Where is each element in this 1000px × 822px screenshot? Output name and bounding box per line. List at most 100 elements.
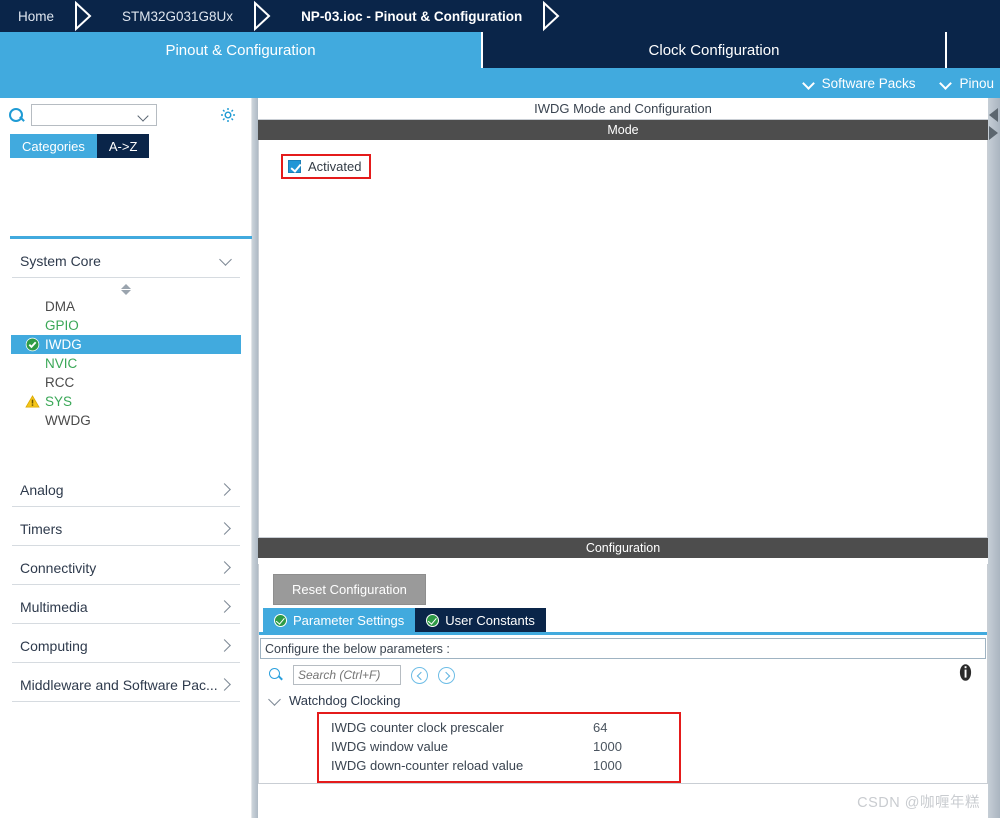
peripheral-label: NVIC xyxy=(45,356,78,371)
table-row[interactable]: IWDG counter clock prescaler 64 xyxy=(319,718,679,737)
search-value xyxy=(32,105,156,111)
tab-label: Parameter Settings xyxy=(293,612,405,628)
table-row[interactable]: IWDG down-counter reload value 1000 xyxy=(319,756,679,775)
category-group-timers[interactable]: Timers xyxy=(12,507,240,546)
sidebar-item-nvic[interactable]: NVIC xyxy=(11,354,241,373)
peripheral-label: IWDG xyxy=(45,337,82,352)
search-input[interactable] xyxy=(31,104,157,126)
group-label: Computing xyxy=(20,638,88,654)
breadcrumb: Home STM32G031G8Ux NP-03.ioc - Pinout & … xyxy=(0,0,1000,32)
activated-checkbox[interactable]: Activated xyxy=(281,154,372,179)
right-scrollbar[interactable] xyxy=(988,98,1000,822)
configure-hint: Configure the below parameters : xyxy=(260,638,986,659)
search-icon xyxy=(8,107,25,124)
table-row[interactable]: IWDG window value 1000 xyxy=(319,737,679,756)
group-label: Connectivity xyxy=(20,560,97,576)
sidebar-item-gpio[interactable]: GPIO xyxy=(11,316,241,335)
chevron-down-icon xyxy=(139,112,148,121)
category-group-computing[interactable]: Computing xyxy=(12,624,240,663)
mode-section-header: Mode xyxy=(258,120,988,140)
categories-panel: Categories A->Z System Core DMA GPIO IWD… xyxy=(0,98,252,822)
tab-a-to-z[interactable]: A->Z xyxy=(96,134,150,158)
tab-overflow[interactable] xyxy=(947,32,1000,68)
reset-row: Reset Configuration xyxy=(259,564,987,608)
breadcrumb-separator-icon xyxy=(253,0,279,32)
chevron-right-icon xyxy=(220,523,232,535)
tab-categories[interactable]: Categories xyxy=(10,134,97,158)
check-circle-icon xyxy=(426,613,440,627)
group-label: Timers xyxy=(20,521,63,537)
breadcrumb-item-home[interactable]: Home xyxy=(0,0,74,32)
check-circle-icon xyxy=(274,613,287,627)
breadcrumb-label: NP-03.ioc - Pinout & Configuration xyxy=(301,8,523,24)
category-group-analog[interactable]: Analog xyxy=(12,468,240,507)
pinout-menu-label: Pinou xyxy=(959,75,994,91)
parameter-value[interactable]: 1000 xyxy=(593,758,679,773)
window-bottom-edge xyxy=(0,818,1000,822)
main-tabstrip: Pinout & Configuration Clock Configurati… xyxy=(0,32,1000,68)
page-title: IWDG Mode and Configuration xyxy=(258,98,988,120)
chevron-down-icon xyxy=(269,695,281,707)
sidebar-item-iwdg[interactable]: IWDG xyxy=(11,335,241,354)
sidebar-item-sys[interactable]: SYS xyxy=(11,392,241,411)
search-icon xyxy=(269,668,283,682)
peripheral-label: WWDG xyxy=(45,413,91,428)
tab-label: Pinout & Configuration xyxy=(165,41,316,59)
category-group-middleware[interactable]: Middleware and Software Pac... xyxy=(12,663,240,702)
find-previous-icon[interactable] xyxy=(411,666,428,684)
software-packs-menu[interactable]: Software Packs xyxy=(804,76,916,91)
pinout-menu[interactable]: Pinou xyxy=(941,76,1000,91)
watchdog-clocking-group[interactable]: Watchdog Clocking xyxy=(259,689,987,710)
scroll-spinner-icon[interactable] xyxy=(0,284,252,295)
tab-user-constants[interactable]: User Constants xyxy=(415,608,546,632)
parameter-value[interactable]: 64 xyxy=(593,720,679,735)
scrollbar-track[interactable] xyxy=(988,98,1000,822)
tab-label: A->Z xyxy=(108,138,138,154)
group-label: Multimedia xyxy=(20,599,88,615)
category-group-connectivity[interactable]: Connectivity xyxy=(12,546,240,585)
expand-right-handle-icon[interactable] xyxy=(989,126,1000,141)
iwdg-configuration-panel: IWDG Mode and Configuration Mode Activat… xyxy=(258,98,988,822)
configuration-body: Reset Configuration Parameter Settings U… xyxy=(258,564,988,784)
check-circle-icon xyxy=(25,337,40,352)
sidebar-item-wwdg[interactable]: WWDG xyxy=(11,411,241,430)
tab-parameter-settings[interactable]: Parameter Settings xyxy=(263,608,416,632)
chevron-down-icon xyxy=(220,255,232,267)
peripheral-label: RCC xyxy=(45,375,75,390)
tab-pinout-configuration[interactable]: Pinout & Configuration xyxy=(0,32,481,68)
configuration-section-header: Configuration xyxy=(258,538,988,558)
breadcrumb-item-device[interactable]: STM32G031G8Ux xyxy=(100,0,253,32)
mode-body: Activated xyxy=(258,140,988,538)
category-group-multimedia[interactable]: Multimedia xyxy=(12,585,240,624)
activated-label: Activated xyxy=(308,159,362,174)
peripheral-label: DMA xyxy=(45,299,75,314)
sidebar-item-dma[interactable]: DMA xyxy=(11,297,241,316)
cubemx-window: Home STM32G031G8Ux NP-03.ioc - Pinout & … xyxy=(0,0,1000,822)
gear-icon[interactable] xyxy=(219,106,237,124)
peripheral-label: GPIO xyxy=(45,318,79,333)
category-group-system-core[interactable]: System Core xyxy=(12,239,240,278)
peripheral-label: SYS xyxy=(45,394,73,409)
group-label: System Core xyxy=(20,253,101,269)
reset-configuration-button[interactable]: Reset Configuration xyxy=(273,574,426,605)
parameter-value[interactable]: 1000 xyxy=(593,739,679,754)
breadcrumb-separator-icon xyxy=(74,0,100,32)
chevron-right-icon xyxy=(220,640,232,652)
breadcrumb-item-current[interactable]: NP-03.ioc - Pinout & Configuration xyxy=(279,0,542,32)
tab-label: Categories xyxy=(22,138,85,154)
parameter-search-row xyxy=(259,659,987,689)
secondary-toolbar: Software Packs Pinou xyxy=(0,68,1000,98)
chevron-down-icon xyxy=(804,78,815,89)
parameter-search-input[interactable] xyxy=(293,665,401,685)
tab-clock-configuration[interactable]: Clock Configuration xyxy=(481,32,947,68)
configuration-tab-underline xyxy=(259,632,987,635)
info-icon[interactable] xyxy=(958,663,973,682)
collapse-left-handle-icon[interactable] xyxy=(989,108,1000,123)
parameter-name: IWDG window value xyxy=(331,739,449,754)
find-next-icon[interactable] xyxy=(438,666,455,684)
category-list: System Core DMA GPIO IWDG NVIC RCC SYS W… xyxy=(0,239,252,822)
sidebar-search-row xyxy=(0,98,251,132)
parameter-name: IWDG counter clock prescaler xyxy=(331,720,504,735)
warning-triangle-icon xyxy=(25,394,40,409)
sidebar-item-rcc[interactable]: RCC xyxy=(11,373,241,392)
